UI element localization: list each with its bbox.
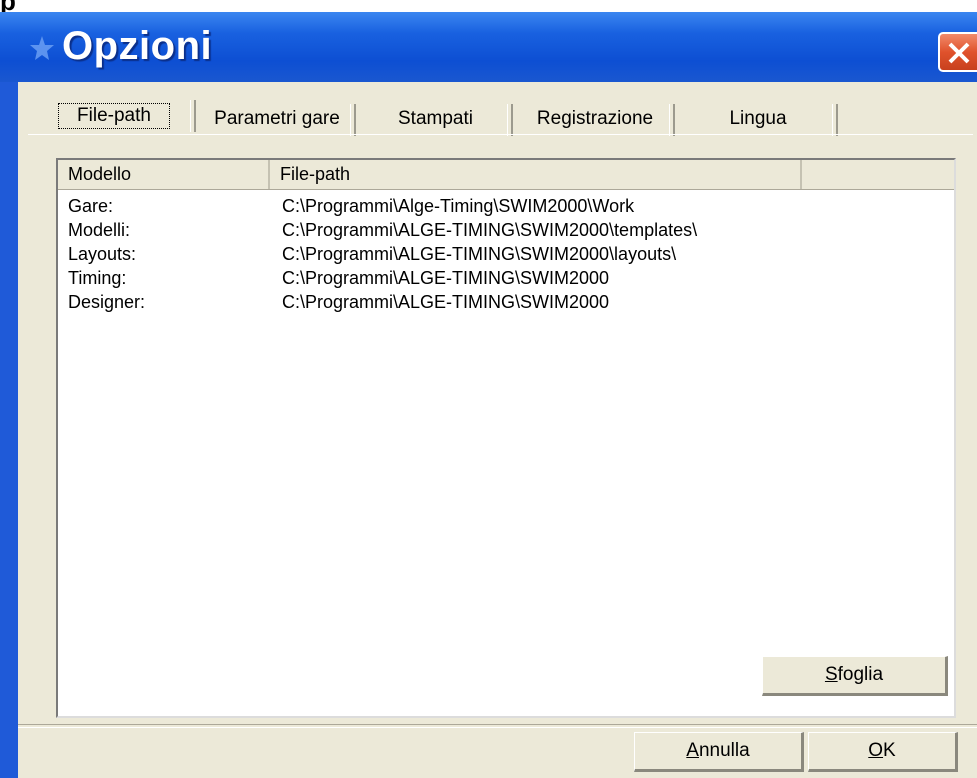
tab-file-path[interactable]: File-path xyxy=(32,98,196,134)
tab-lingua[interactable]: Lingua xyxy=(678,102,838,136)
list-header: Modello File-path xyxy=(58,160,954,190)
file-path-list[interactable]: Modello File-path Gare: C:\Programmi\Alg… xyxy=(56,158,956,718)
tab-separator xyxy=(190,100,196,132)
path-cell: C:\Programmi\ALGE-TIMING\SWIM2000\templa… xyxy=(282,220,698,240)
close-button[interactable] xyxy=(938,32,977,72)
dialog-window: p Opzioni File-path Parametri gare Stamp… xyxy=(0,0,977,778)
list-item[interactable]: Layouts: C:\Programmi\ALGE-TIMING\SWIM20… xyxy=(58,242,954,266)
path-cell: C:\Programmi\Alge-Timing\SWIM2000\Work xyxy=(282,196,635,216)
cancel-button[interactable]: Annulla xyxy=(634,732,804,772)
window-title: Opzioni xyxy=(62,24,213,68)
model-cell: Modelli: xyxy=(68,220,131,240)
tab-separator xyxy=(832,104,838,136)
dialog-client-area: File-path Parametri gare Stampati Regist… xyxy=(18,82,977,778)
button-divider xyxy=(18,724,977,728)
tab-label: File-path xyxy=(58,103,170,129)
tab-stampati[interactable]: Stampati xyxy=(358,102,513,136)
browse-label: Sfoglia xyxy=(824,664,884,685)
list-item[interactable]: Timing: C:\Programmi\ALGE-TIMING\SWIM200… xyxy=(58,266,954,290)
column-header-empty xyxy=(802,160,954,189)
model-cell: Designer: xyxy=(68,292,146,312)
tab-label: Lingua xyxy=(729,108,787,129)
cancel-label: Annulla xyxy=(686,740,750,761)
app-star-icon xyxy=(30,36,54,60)
ok-button[interactable]: OK xyxy=(808,732,958,772)
tab-separator xyxy=(350,104,356,136)
tab-registrazione[interactable]: Registrazione xyxy=(515,102,675,136)
list-item[interactable]: Modelli: C:\Programmi\ALGE-TIMING\SWIM20… xyxy=(58,218,954,242)
tab-label: Stampati xyxy=(398,108,473,129)
background-strip: p xyxy=(0,0,977,16)
model-cell: Gare: xyxy=(68,196,114,216)
tab-parametri-gare[interactable]: Parametri gare xyxy=(198,102,356,136)
list-item[interactable]: Designer: C:\Programmi\ALGE-TIMING\SWIM2… xyxy=(58,290,954,314)
tab-label: Parametri gare xyxy=(214,108,340,129)
browse-button[interactable]: Sfoglia xyxy=(762,656,948,696)
title-bar[interactable]: Opzioni xyxy=(0,12,977,82)
tab-separator xyxy=(507,104,513,136)
tab-label: Registrazione xyxy=(536,108,654,129)
list-item[interactable]: Gare: C:\Programmi\Alge-Timing\SWIM2000\… xyxy=(58,194,954,218)
tab-baseline xyxy=(28,134,973,135)
ok-label: OK xyxy=(868,740,896,761)
path-cell: C:\Programmi\ALGE-TIMING\SWIM2000 xyxy=(282,268,610,288)
path-cell: C:\Programmi\ALGE-TIMING\SWIM2000 xyxy=(282,292,610,312)
model-cell: Layouts: xyxy=(68,244,137,264)
model-cell: Timing: xyxy=(68,268,127,288)
column-header-file-path[interactable]: File-path xyxy=(270,160,802,189)
close-icon xyxy=(948,42,970,64)
tab-separator xyxy=(669,104,675,136)
path-cell: C:\Programmi\ALGE-TIMING\SWIM2000\layout… xyxy=(282,244,677,264)
column-header-modello[interactable]: Modello xyxy=(58,160,270,189)
